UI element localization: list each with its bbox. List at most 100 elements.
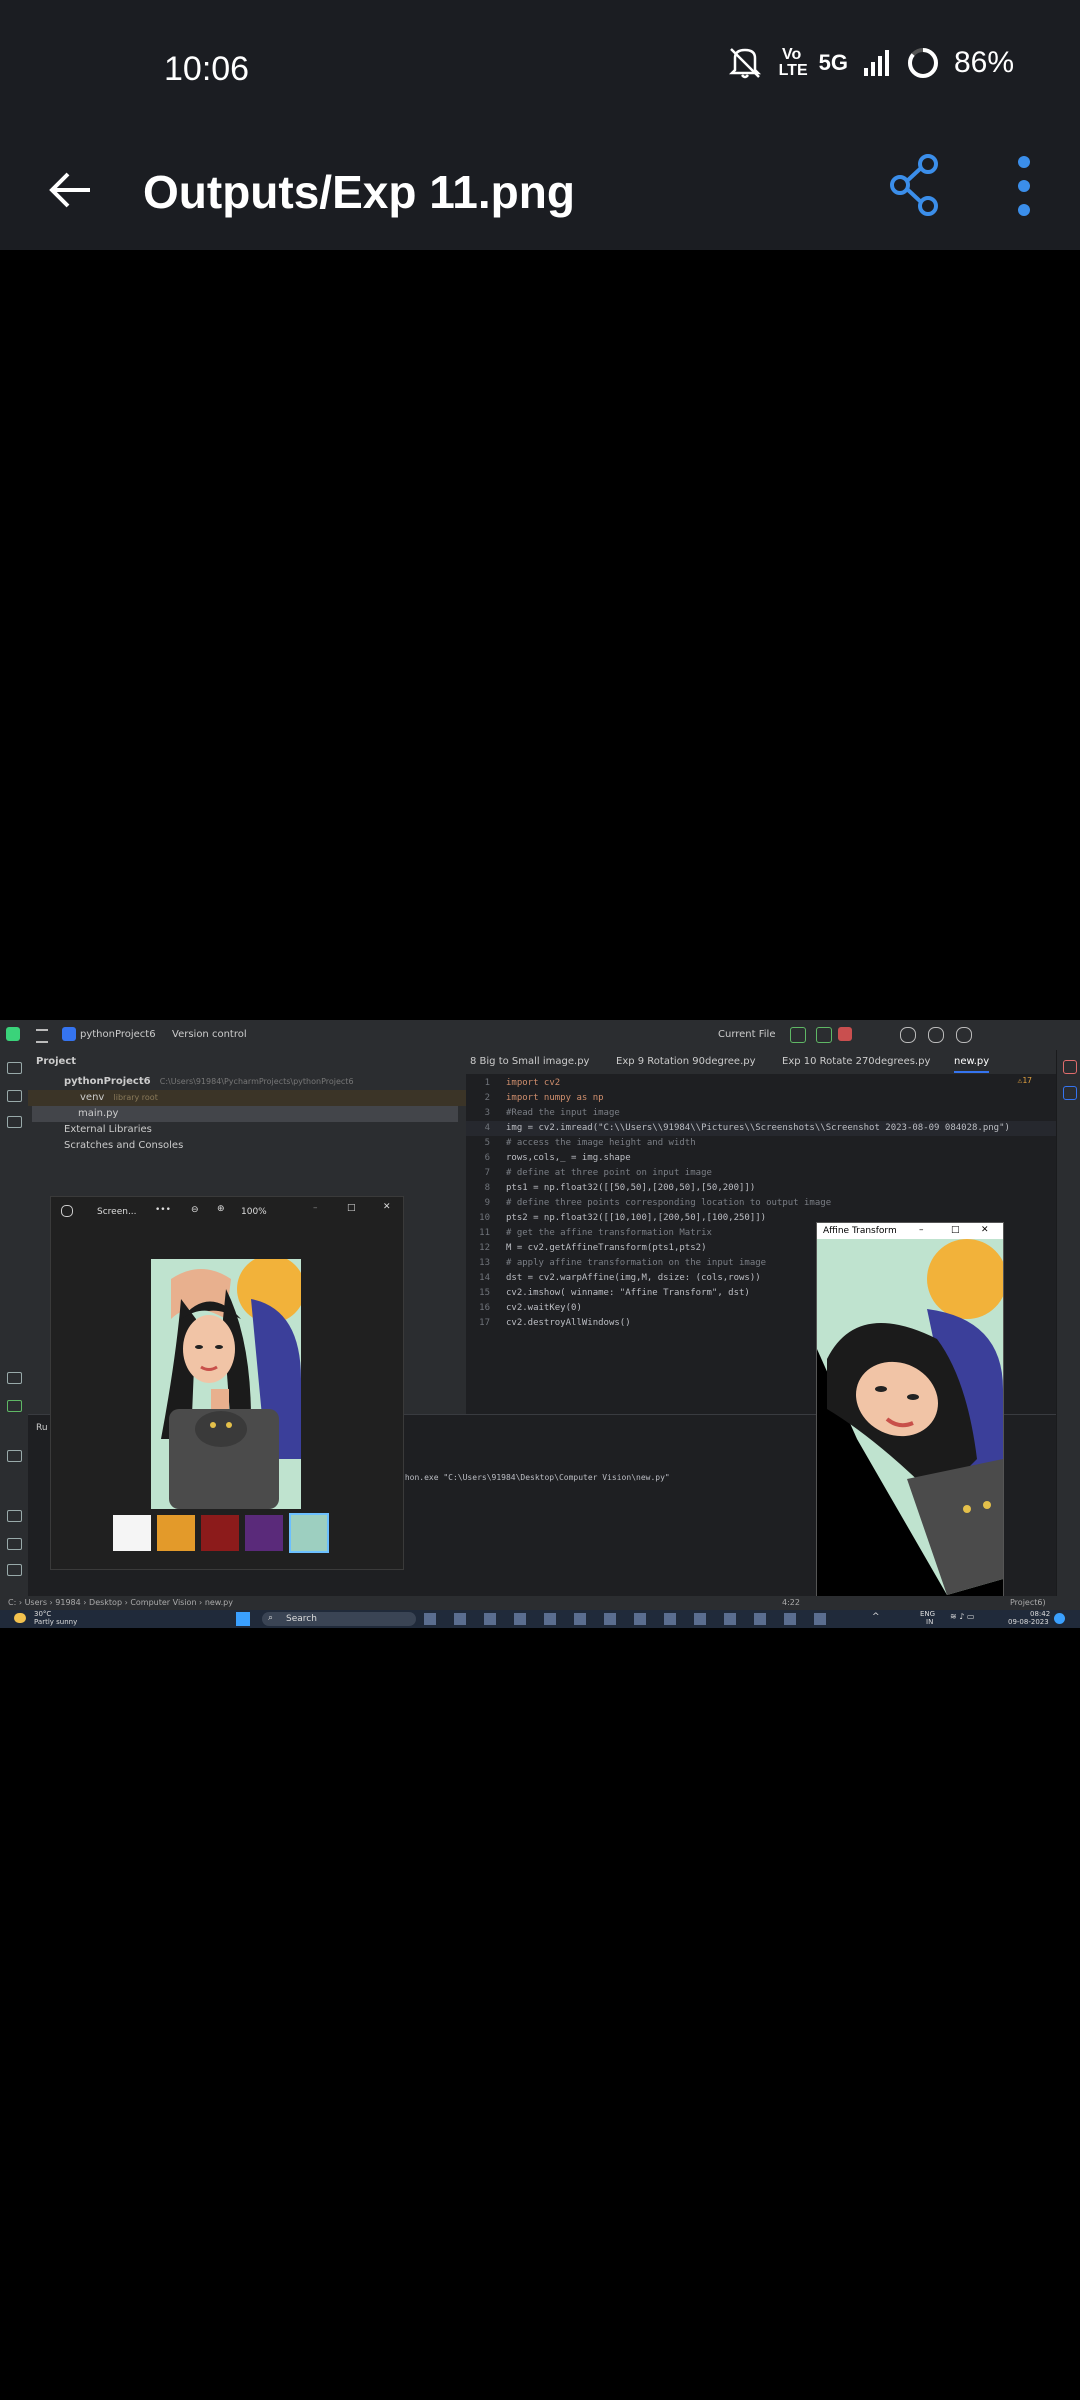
breadcrumb[interactable]: C: › Users › 91984 › Desktop › Computer … [8,1598,233,1607]
notifications-icon[interactable] [1063,1060,1077,1074]
start-icon[interactable] [236,1612,250,1626]
status-bar: 10:06 Vo LTE 5G 86% [0,0,1080,140]
chevron-up-icon[interactable]: ^ [872,1612,880,1622]
run-icon[interactable] [790,1027,806,1043]
python-console-icon[interactable] [7,1372,22,1384]
wifi-volume-battery-icons[interactable]: ≋ ♪ ▭ [950,1612,974,1621]
project-name[interactable]: pythonProject6 [80,1029,156,1040]
code-line: 3 #Read the input image [484,1108,620,1118]
terminal-icon[interactable] [7,1510,22,1522]
search-icon: ⌕ [268,1613,274,1623]
tree-item[interactable]: pythonProject6 C:\Users\91984\PycharmPro… [28,1074,466,1090]
pycharm-logo-icon [6,1027,20,1041]
tree-item-selected[interactable]: main.py [32,1106,458,1122]
problems-icon[interactable] [7,1538,22,1550]
code-line: 7 # define at three point on input image [484,1168,712,1178]
cursor-position[interactable]: 4:22 [782,1598,800,1607]
code-line: 2 import numpy as np [484,1093,604,1103]
run-tool-icon[interactable] [7,1400,22,1412]
folder-icon[interactable] [7,1062,22,1074]
run-config[interactable]: Current File [718,1029,775,1040]
minimize-button[interactable]: – [313,1203,318,1213]
signal-icon [863,50,889,76]
screenshot-image: pythonProject6 Version control Current F… [0,1020,1080,1628]
layers-icon[interactable] [7,1450,22,1462]
photos-app-icon [61,1205,73,1217]
code-line: 1 import cv2 [484,1078,561,1088]
battery-ring-icon [907,48,938,78]
ide-left-toolbar [0,1050,29,1596]
interpreter-status[interactable]: Project6) [1010,1598,1046,1607]
weather-icon [14,1613,26,1623]
thumbnail[interactable] [157,1515,195,1551]
search-icon[interactable] [928,1027,944,1043]
battery-percent: 86% [953,46,1014,79]
hamburger-menu-icon[interactable] [36,1029,48,1043]
tree-item[interactable]: venv library root [28,1090,466,1106]
thumbnail[interactable] [113,1515,151,1551]
code-line: 4 img = cv2.imread("C:\\Users\\91984\\Pic… [466,1121,1056,1136]
lang[interactable]: ENG [920,1610,935,1618]
project-badge-icon [62,1027,76,1041]
clock-time[interactable]: 08:42 [1030,1610,1050,1618]
thumbnail[interactable] [201,1515,239,1551]
search-label: Search [286,1614,317,1624]
back-arrow-icon[interactable] [46,160,96,220]
structure-icon[interactable] [7,1090,22,1102]
share-icon[interactable] [888,150,944,220]
maximize-button[interactable]: □ [347,1203,356,1213]
clock-date[interactable]: 09-08-2023 [1008,1618,1049,1626]
zoom-in-icon[interactable]: ⊕ [217,1204,225,1214]
ide-statusbar: C: › Users › 91984 › Desktop › Computer … [0,1596,1080,1610]
code-line: 8 pts1 = np.float32([[50,50],[200,50],[50… [484,1183,756,1193]
portrait-image [151,1259,301,1509]
run-label[interactable]: Ru [36,1423,48,1433]
tab-rotation-90[interactable]: Exp 9 Rotation 90degree.py [616,1056,756,1067]
windows-taskbar: 30°C Partly sunny ⌕ Search ^ ENG IN ≋ ♪ … [0,1610,1080,1628]
taskbar-search[interactable]: ⌕ Search [262,1612,416,1626]
stop-icon[interactable] [838,1027,852,1041]
git-icon[interactable] [7,1564,22,1576]
affine-titlebar: Affine Transform – □ ✕ [817,1223,1003,1239]
app-bar: Outputs/Exp 11.png [0,140,1080,250]
tab-rotate-270[interactable]: Exp 10 Rotate 270degrees.py [782,1056,930,1067]
debug-icon[interactable] [816,1027,832,1043]
tab-new-py[interactable]: new.py [954,1056,990,1073]
bookmark-icon[interactable] [7,1116,22,1128]
editor-tabs: 8 Big to Small image.py Exp 9 Rotation 9… [466,1050,1056,1075]
photos-title: Screen... [97,1207,137,1217]
ai-assistant-icon[interactable] [1063,1086,1077,1100]
affine-maximize-button[interactable]: □ [951,1225,960,1235]
project-label[interactable]: Project [36,1056,76,1067]
close-button[interactable]: ✕ [383,1202,391,1212]
settings-icon[interactable] [956,1027,972,1043]
zoom-level: 100% [241,1207,267,1217]
weather-temp[interactable]: 30°C [34,1610,51,1618]
tab-big-to-small[interactable]: 8 Big to Small image.py [470,1056,589,1067]
volte-label: Vo LTE [778,46,808,79]
page-title: Outputs/Exp 11.png [143,166,575,218]
user-icon[interactable] [900,1027,916,1043]
photos-viewer-window[interactable]: Screen... ••• ⊖ ⊕ 100% – □ ✕ [50,1196,404,1570]
tree-item[interactable]: External Libraries [28,1122,466,1138]
code-line: 9 # define three points corresponding loc… [484,1198,832,1208]
zoom-out-icon[interactable]: ⊖ [191,1205,199,1215]
code-line: 6 rows,cols,_ = img.shape [484,1153,631,1163]
version-control[interactable]: Version control [172,1029,247,1040]
tree-item[interactable]: Scratches and Consoles [28,1138,466,1154]
taskbar-app-icons[interactable] [424,1613,844,1625]
affine-close-button[interactable]: ✕ [981,1225,989,1235]
photos-more-button[interactable]: ••• [155,1205,171,1215]
code-line: 5 # access the image height and width [484,1138,696,1148]
project-pane-header: Project [28,1054,466,1070]
mute-vibrate-icon [728,48,761,79]
affine-transform-window[interactable]: Affine Transform – □ ✕ [816,1222,1004,1598]
thumbnail[interactable] [245,1515,283,1551]
thumbnail-selected[interactable] [289,1513,329,1553]
more-vert-icon[interactable] [1016,154,1032,218]
weather-desc[interactable]: Partly sunny [34,1618,77,1626]
status-icons: Vo LTE 5G 86% [725,46,1014,80]
notification-badge[interactable] [1054,1613,1065,1624]
affine-minimize-button[interactable]: – [919,1225,924,1235]
region[interactable]: IN [926,1618,933,1626]
